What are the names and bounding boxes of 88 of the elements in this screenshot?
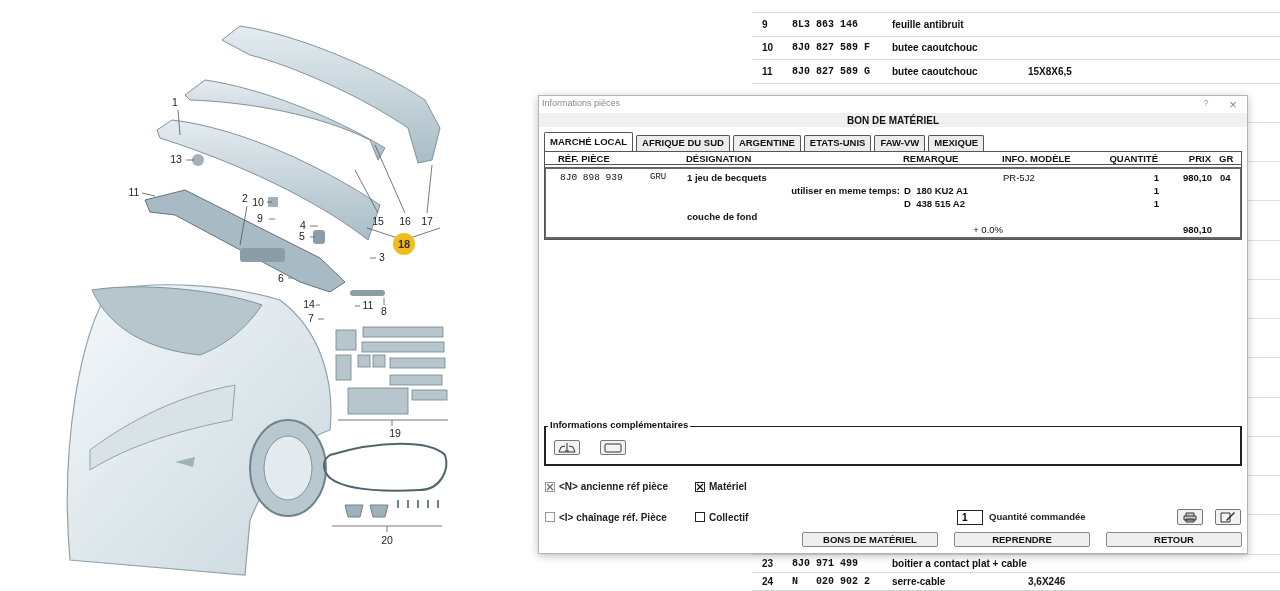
part-number: 8J0 827 589 F: [792, 41, 871, 56]
position-number: 11: [761, 64, 774, 79]
quantity-field[interactable]: 1: [957, 509, 983, 525]
callout-number: 17: [421, 215, 433, 227]
column-header: QUANTITÉ: [1108, 152, 1158, 166]
table-cell-text: 1 jeu de becquets: [687, 171, 768, 185]
callout-number: 7: [308, 312, 314, 324]
dialog-button[interactable]: RETOUR: [1106, 532, 1242, 547]
table-cell-text: GRU: [650, 171, 668, 185]
info-button[interactable]: [554, 440, 580, 455]
position-number: 23: [761, 556, 775, 571]
callout-number: 1: [172, 96, 178, 108]
column-header: GR: [1219, 152, 1235, 166]
callout-number: 6: [278, 272, 284, 284]
part-remark: 3,6X246: [1028, 574, 1066, 589]
table-cell-text: D 438 515 A2: [904, 197, 966, 211]
table-cell-text: 04: [1220, 171, 1232, 185]
region-tab[interactable]: FAW-VW: [874, 135, 926, 151]
part-designation: serre-cable: [892, 574, 947, 589]
dialog-button[interactable]: REPRENDRE: [954, 532, 1090, 547]
checkbox[interactable]: [695, 481, 705, 492]
callout-number: 13: [170, 153, 182, 165]
close-button[interactable]: ×: [1222, 97, 1244, 111]
dialog-header: BON DE MATÉRIEL: [846, 113, 939, 128]
callout-number: 20: [381, 534, 393, 546]
region-tab[interactable]: AFRIQUE DU SUD: [636, 135, 730, 151]
checkbox-label: <I> chaînage réf. Pièce: [559, 510, 667, 525]
column-header: DÉSIGNATION: [686, 152, 753, 166]
rectangle-icon: [604, 442, 622, 453]
part-number: 8J0 827 589 G: [792, 64, 871, 79]
window-title: Informations pièces: [542, 97, 622, 111]
part-number: 8J0 971 499: [792, 556, 859, 571]
dialog-button[interactable]: BONS DE MATÉRIEL: [802, 532, 938, 547]
checkbox[interactable]: [695, 512, 705, 522]
position-number: 24: [761, 574, 775, 589]
part-designation: butee caoutchouc: [892, 41, 979, 56]
table-cell-text: utiliser en meme temps:: [790, 184, 901, 198]
callout-badge: 18: [393, 233, 415, 255]
print-button[interactable]: [1177, 509, 1203, 525]
part-number: N 020 902 2: [792, 574, 871, 589]
pencil-note-icon: [1220, 511, 1236, 523]
frame-button[interactable]: [600, 440, 626, 455]
callout-number: 19: [389, 427, 401, 439]
table-cell-text: 980,10: [1181, 223, 1212, 237]
region-tab[interactable]: MARCHÉ LOCAL: [544, 132, 634, 151]
table-cell-text: D 180 KU2 A1: [904, 184, 970, 198]
callout-number: 14: [303, 298, 315, 310]
region-tab[interactable]: ETATS-UNIS: [803, 135, 872, 151]
callout-number: 9: [257, 212, 263, 224]
callout-number: 10: [252, 196, 264, 208]
table-cell-text: + 0.0%: [972, 223, 1003, 237]
column-header: RÉF. PIÈCE: [558, 152, 611, 166]
callout-number: 4: [300, 219, 306, 231]
region-tab[interactable]: ARGENTINE: [732, 135, 801, 151]
region-tab[interactable]: MEXIQUE: [928, 135, 985, 151]
table-cell-text: 1: [1152, 171, 1159, 185]
info-icon: [557, 442, 577, 453]
table-cell-text: 1: [1152, 184, 1159, 198]
part-designation: butee caoutchouc: [892, 64, 979, 79]
table-cell-text: 8J0 898 939: [559, 171, 624, 185]
table-cell-text: couche de fond: [687, 210, 759, 224]
part-designation: feuille antibruit: [892, 17, 965, 32]
callout-number: 2: [242, 192, 248, 204]
column-header: REMARQUE: [903, 152, 960, 166]
table-cell-text: 1: [1152, 197, 1159, 211]
quantity-label: Quantité commandée: [989, 509, 1087, 524]
checkbox-label: Collectif: [709, 510, 749, 525]
callout-number: 11: [362, 299, 374, 311]
part-designation: boitier a contact plat + cable: [892, 556, 1028, 571]
checkbox-label: Matériel: [709, 480, 747, 494]
column-header: INFO. MODÈLE: [1002, 152, 1072, 166]
callout-number: 16: [399, 215, 411, 227]
callout-number: 15: [372, 215, 384, 227]
part-number: 8L3 863 146: [792, 17, 859, 32]
position-number: 10: [761, 41, 775, 56]
callout-number: 8: [381, 305, 387, 317]
position-number: 9: [761, 17, 769, 32]
part-remark: 15X8X6,5: [1028, 64, 1072, 79]
table-cell-text: 980,10: [1181, 171, 1212, 185]
callout-number: 11: [128, 186, 140, 198]
edit-button[interactable]: [1215, 509, 1241, 525]
printer-icon: [1183, 511, 1197, 523]
checkbox-label: <N> ancienne réf pièce: [559, 480, 668, 494]
group-title: Informations complémentaires: [548, 420, 691, 430]
callout-number: 5: [299, 230, 305, 242]
table-cell-text: PR-5J2: [1003, 171, 1036, 185]
callout-number: 3: [379, 251, 385, 263]
column-header: PRIX: [1187, 152, 1211, 166]
